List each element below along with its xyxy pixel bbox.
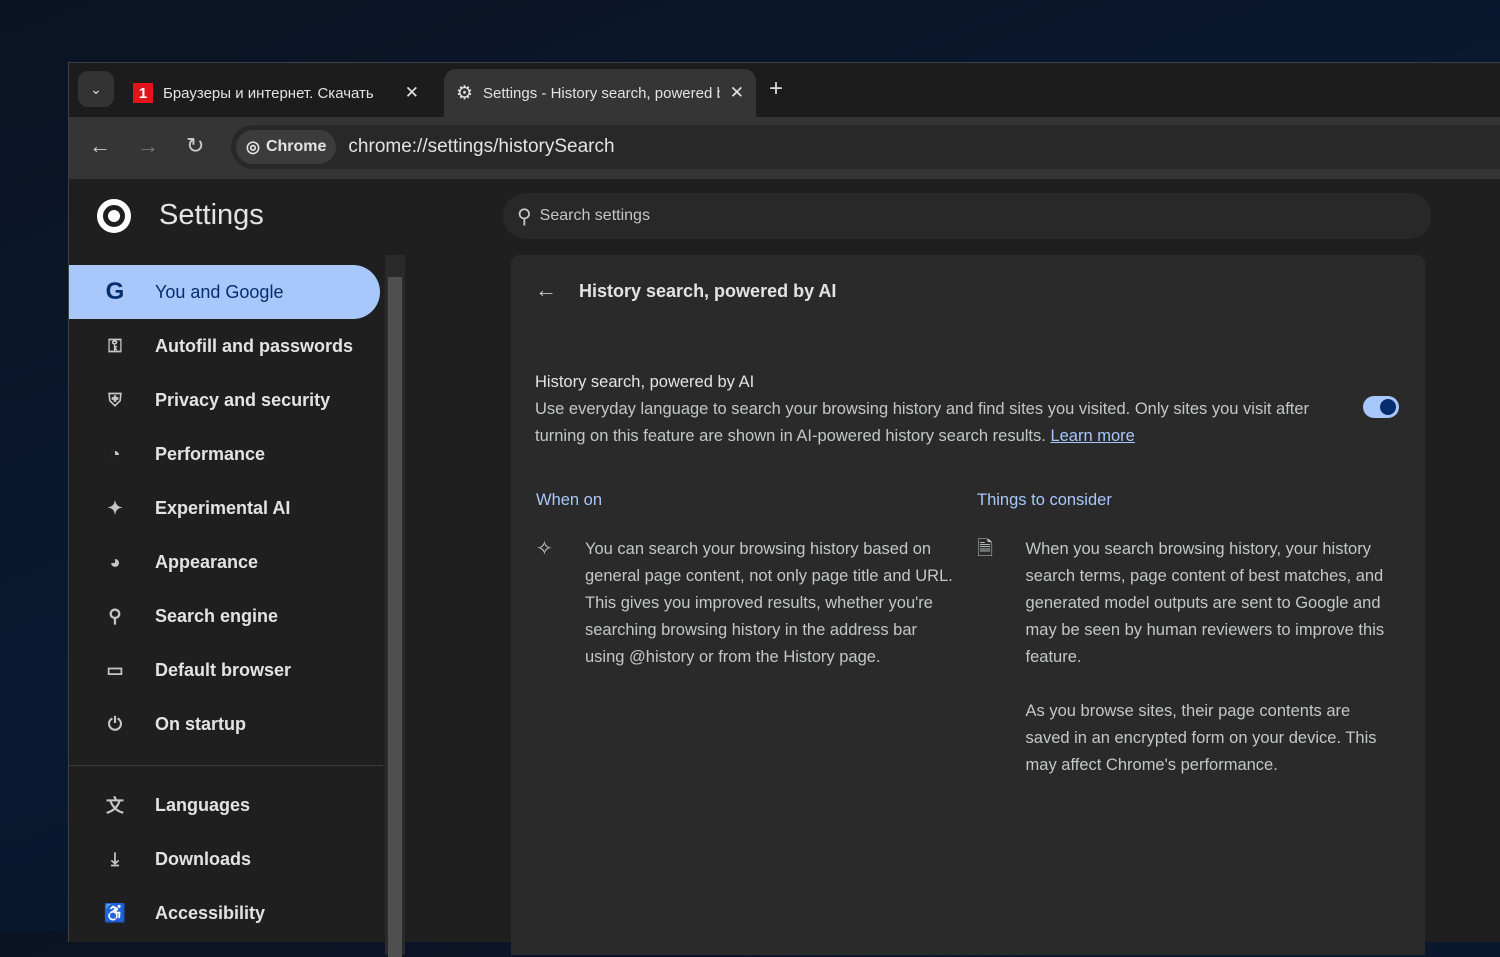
new-tab-button[interactable]: + xyxy=(769,75,783,103)
sidebar-item-downloads[interactable]: ⤓ Downloads xyxy=(69,832,380,886)
sidebar-item-label: Performance xyxy=(155,443,266,464)
chevron-down-icon: ⌄ xyxy=(90,80,102,97)
toolbar: ← → ↻ ◎ Chrome chrome://settings/historyS… xyxy=(69,117,1500,179)
sidebar-item-on-startup[interactable]: ⏻ On startup xyxy=(69,697,380,751)
sidebar-item-label: Search engine xyxy=(155,605,279,626)
history-search-toggle[interactable] xyxy=(1363,396,1399,418)
page-title: Settings xyxy=(159,199,264,231)
sparkle-icon: ✧ xyxy=(536,538,553,560)
back-button[interactable]: ← xyxy=(89,133,111,159)
tab-search-button[interactable]: ⌄ xyxy=(78,71,114,107)
sidebar-item-label: Downloads xyxy=(155,848,252,869)
gear-icon: ⚙ xyxy=(456,82,474,104)
close-tab-icon[interactable]: ✕ xyxy=(730,83,744,103)
chrome-icon: ◎ xyxy=(246,139,260,156)
sidebar-item-you-and-google[interactable]: G You and Google xyxy=(69,265,380,319)
things-to-consider-section: Things to consider 🗎 When you search brow… xyxy=(977,487,1397,806)
subpage-title: History search, powered by AI xyxy=(579,281,837,301)
chip-label: Chrome xyxy=(265,138,327,155)
search-icon: ⚲ xyxy=(517,205,532,228)
sidebar-item-autofill[interactable]: ⚿ Autofill and passwords xyxy=(69,319,380,373)
browser-window: ⌄ 1 Браузеры и интернет. Скачать ✕ ⚙ Set… xyxy=(68,62,1500,957)
sidebar-item-label: Experimental AI xyxy=(155,497,291,518)
sparkle-icon: ✦ xyxy=(107,497,123,518)
when-on-heading: When on xyxy=(536,491,603,509)
when-on-text: You can search your browsing history bas… xyxy=(585,540,953,666)
address-bar[interactable]: ◎ Chrome chrome://settings/historySearch xyxy=(231,125,1500,169)
sidebar-item-label: Autofill and passwords xyxy=(155,335,354,356)
site-info-chip[interactable]: ◎ Chrome xyxy=(236,130,337,164)
sidebar-item-label: You and Google xyxy=(155,281,284,302)
sidebar-item-label: On startup xyxy=(155,713,247,734)
document-search-icon: 🗎 xyxy=(977,538,994,560)
tab-settings[interactable]: ⚙ Settings - History search, powered by … xyxy=(444,69,756,117)
sidebar: G You and Google ⚿ Autofill and passwords … xyxy=(69,255,383,955)
search-input[interactable]: ⚲ Search settings xyxy=(503,193,1431,239)
sidebar-item-appearance[interactable]: ◕ Appearance xyxy=(69,535,380,589)
site-favicon: 1 xyxy=(133,83,153,103)
sidebar-item-privacy[interactable]: ⛨ Privacy and security xyxy=(69,373,380,427)
consider-text-1: When you search browsing history, your h… xyxy=(1025,540,1385,666)
divider xyxy=(69,765,383,766)
feature-description: Use everyday language to search your bro… xyxy=(535,400,1310,445)
scrollbar-thumb[interactable] xyxy=(388,277,402,957)
gauge-icon: ◔ xyxy=(109,443,121,464)
tab-strip: ⌄ 1 Браузеры и интернет. Скачать ✕ ⚙ Set… xyxy=(69,63,1500,117)
forward-button[interactable]: → xyxy=(137,133,159,159)
shield-icon: ⛨ xyxy=(108,389,122,410)
search-icon: ⚲ xyxy=(108,605,122,626)
sidebar-item-experimental-ai[interactable]: ✦ Experimental AI xyxy=(69,481,380,535)
reload-button[interactable]: ↻ xyxy=(186,133,204,159)
learn-more-link[interactable]: Learn more xyxy=(1050,427,1134,445)
tab-title: Браузеры и интернет. Скачать xyxy=(163,84,374,102)
sidebar-item-languages[interactable]: 文 Languages xyxy=(69,778,380,832)
sidebar-item-label: Accessibility xyxy=(155,902,266,923)
power-icon: ⏻ xyxy=(107,713,123,734)
chrome-logo-icon xyxy=(97,199,131,233)
key-icon: ⚿ xyxy=(108,335,122,356)
download-icon: ⤓ xyxy=(111,848,119,869)
consider-heading: Things to consider xyxy=(977,491,1112,509)
sidebar-item-search-engine[interactable]: ⚲ Search engine xyxy=(69,589,380,643)
sidebar-scrollbar[interactable] xyxy=(385,255,405,957)
url-text[interactable]: chrome://settings/historySearch xyxy=(348,136,614,158)
consider-text-2: As you browse sites, their page contents… xyxy=(1025,702,1377,774)
search-placeholder: Search settings xyxy=(539,207,650,224)
sidebar-item-performance[interactable]: ◔ Performance xyxy=(69,427,380,481)
feature-row: History search, powered by AI Use everyd… xyxy=(535,369,1315,450)
feature-title: History search, powered by AI xyxy=(535,373,755,391)
tab-title: Settings - History search, powered by AI xyxy=(483,84,720,102)
google-icon: G xyxy=(105,278,125,305)
tab-browsers[interactable]: 1 Браузеры и интернет. Скачать ✕ xyxy=(121,69,431,117)
back-arrow-icon[interactable]: ← xyxy=(535,277,557,303)
sidebar-item-default-browser[interactable]: ▭ Default browser xyxy=(69,643,380,697)
browser-icon: ▭ xyxy=(106,659,124,680)
sidebar-item-label: Default browser xyxy=(155,659,292,680)
sidebar-item-accessibility[interactable]: ♿ Accessibility xyxy=(69,886,380,940)
settings-header: Settings ⚲ Search settings xyxy=(69,179,1500,255)
sidebar-item-label: Appearance xyxy=(155,551,259,572)
accessibility-icon: ♿ xyxy=(103,902,127,923)
content-card: ← History search, powered by AI History … xyxy=(511,255,1425,955)
sidebar-item-label: Privacy and security xyxy=(155,389,331,410)
palette-icon: ◕ xyxy=(109,551,121,572)
when-on-section: When on ✧ You can search your browsing hi… xyxy=(536,487,956,698)
translate-icon: 文 xyxy=(106,796,124,816)
sidebar-item-label: Languages xyxy=(155,794,251,815)
close-tab-icon[interactable]: ✕ xyxy=(405,83,419,103)
